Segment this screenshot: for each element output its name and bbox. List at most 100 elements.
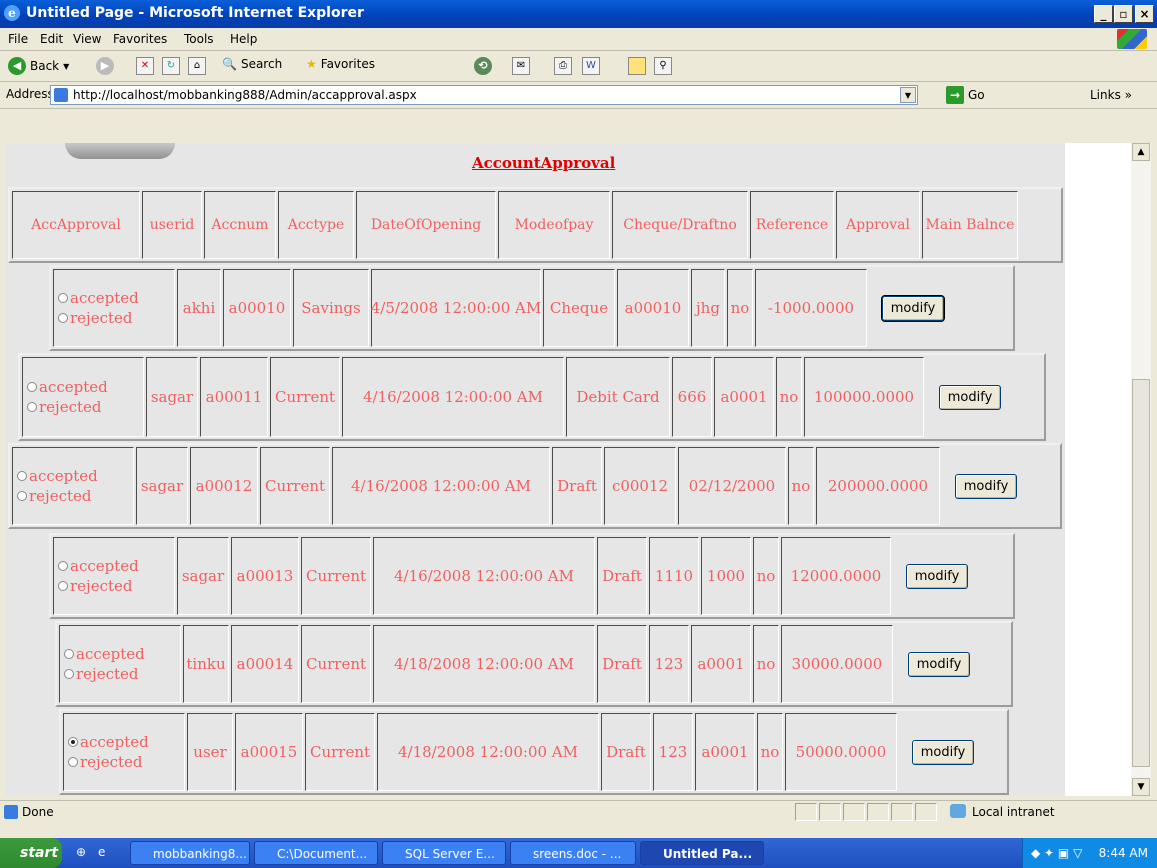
status-pane — [891, 803, 913, 821]
address-url[interactable]: http://localhost/mobbanking888/Admin/acc… — [73, 88, 417, 102]
cell-accnum: a00013 — [231, 537, 299, 615]
radio-icon[interactable] — [58, 581, 68, 591]
scroll-down-icon[interactable]: ▼ — [1132, 778, 1150, 796]
start-button[interactable]: start — [0, 838, 62, 868]
maximize-button[interactable]: ▫ — [1114, 5, 1133, 23]
task-sqlserver[interactable]: SQL Server E... — [382, 841, 506, 865]
go-button[interactable]: → Go — [946, 86, 985, 104]
rejected-radio[interactable]: rejected — [64, 664, 138, 684]
radio-icon[interactable] — [64, 649, 74, 659]
radio-icon[interactable] — [27, 382, 37, 392]
menu-tools[interactable]: Tools — [184, 32, 214, 46]
radio-icon[interactable] — [17, 491, 27, 501]
action-cell: modify — [899, 713, 987, 791]
mail-button[interactable]: ✉ — [512, 57, 530, 75]
menu-edit[interactable]: Edit — [40, 32, 63, 46]
accepted-radio[interactable]: accepted — [58, 288, 139, 308]
modify-button[interactable]: modify — [911, 739, 975, 765]
menu-favorites[interactable]: Favorites — [113, 32, 167, 46]
print-button[interactable]: ⎙ — [554, 57, 572, 75]
minimize-button[interactable]: _ — [1094, 5, 1113, 23]
vertical-scrollbar[interactable]: ▲ ▼ — [1131, 143, 1151, 796]
approval-radios: accepted rejected — [53, 537, 175, 615]
rejected-radio[interactable]: rejected — [27, 397, 101, 417]
radio-icon[interactable] — [68, 757, 78, 767]
rejected-radio[interactable]: rejected — [58, 308, 132, 328]
rejected-radio[interactable]: rejected — [58, 576, 132, 596]
menu-help[interactable]: Help — [230, 32, 257, 46]
task-mobbanking[interactable]: mobbanking8... — [130, 841, 250, 865]
stop-button[interactable]: ✕ — [136, 57, 154, 75]
accepted-radio[interactable]: accepted — [27, 377, 108, 397]
radio-icon[interactable] — [64, 669, 74, 679]
messenger-button[interactable]: ⚲ — [654, 57, 672, 75]
ie-logo-icon: e — [4, 5, 20, 21]
accepted-label: accepted — [80, 733, 149, 751]
modify-button[interactable]: modify — [954, 473, 1018, 499]
discuss-button[interactable] — [628, 57, 646, 75]
header-accapproval: AccApproval — [12, 191, 140, 259]
stop-icon: ✕ — [136, 57, 154, 75]
rejected-radio[interactable]: rejected — [68, 752, 142, 772]
cell-date: 4/16/2008 12:00:00 AM — [342, 357, 564, 437]
favorites-button[interactable]: ★ Favorites — [306, 57, 375, 71]
favorites-label: Favorites — [320, 57, 375, 71]
modify-button[interactable]: modify — [938, 384, 1002, 410]
cell-acctype: Current — [260, 447, 330, 525]
table-row: accepted rejected user a00015 Current 4/… — [59, 709, 1009, 795]
toolbar: ◀ Back ▼ ▶ ✕ ↻ ⌂ 🔍 Search ★ Favorites ⟲ … — [0, 51, 1157, 82]
print-icon: ⎙ — [554, 57, 572, 75]
quicklaunch-icon[interactable]: ⊕ — [76, 845, 86, 859]
modify-button[interactable]: modify — [905, 563, 969, 589]
modify-button[interactable]: modify — [907, 651, 971, 677]
forward-button[interactable]: ▶ — [96, 57, 114, 75]
radio-icon[interactable] — [58, 293, 68, 303]
radio-icon[interactable] — [27, 402, 37, 412]
radio-icon[interactable] — [58, 313, 68, 323]
accepted-radio[interactable]: accepted — [64, 644, 145, 664]
page-icon — [4, 805, 18, 819]
chevron-down-icon[interactable]: ▼ — [900, 87, 916, 103]
links-button[interactable]: Links » — [1090, 88, 1132, 102]
address-input[interactable]: http://localhost/mobbanking888/Admin/acc… — [50, 85, 918, 105]
scroll-thumb[interactable] — [1132, 379, 1150, 767]
radio-icon[interactable] — [58, 561, 68, 571]
accepted-radio[interactable]: accepted — [58, 556, 139, 576]
approval-radios: accepted rejected — [12, 447, 134, 525]
table-header-row: AccApproval userid Accnum Acctype DateOf… — [8, 187, 1063, 263]
menu-view[interactable]: View — [73, 32, 101, 46]
refresh-button[interactable]: ↻ — [162, 57, 180, 75]
page-title: AccountApproval — [472, 154, 616, 172]
ie-quicklaunch-icon[interactable]: e — [98, 845, 105, 859]
title-bar[interactable]: e Untitled Page - Microsoft Internet Exp… — [0, 0, 1157, 28]
cell-userid: tinku — [183, 625, 229, 703]
search-button[interactable]: 🔍 Search — [222, 57, 282, 71]
address-bar: Address http://localhost/mobbanking888/A… — [0, 82, 1157, 109]
tray-icons[interactable]: ◆ ✦ ▣ ▽ — [1031, 846, 1082, 860]
task-untitled-page[interactable]: Untitled Pa... — [640, 841, 764, 865]
close-button[interactable]: × — [1135, 5, 1154, 23]
rejected-label: rejected — [39, 398, 102, 416]
accepted-label: accepted — [39, 378, 108, 396]
back-button[interactable]: ◀ Back ▼ — [8, 57, 69, 75]
cell-balance: 12000.0000 — [781, 537, 891, 615]
accepted-radio[interactable]: accepted — [17, 466, 98, 486]
radio-icon[interactable] — [17, 471, 27, 481]
rejected-radio[interactable]: rejected — [17, 486, 91, 506]
task-sreens-doc[interactable]: sreens.doc - ... — [510, 841, 636, 865]
scroll-up-icon[interactable]: ▲ — [1132, 143, 1150, 161]
home-button[interactable]: ⌂ — [188, 57, 206, 75]
cell-acctype: Savings — [293, 269, 369, 347]
edit-button[interactable]: W — [582, 57, 600, 75]
task-documents[interactable]: C:\Document... — [254, 841, 378, 865]
phone-image — [65, 143, 175, 159]
action-cell: modify — [942, 447, 1030, 525]
menu-file[interactable]: File — [8, 32, 28, 46]
cell-reference: jhg — [691, 269, 725, 347]
modify-button[interactable]: modify — [880, 294, 946, 322]
radio-icon[interactable] — [68, 737, 78, 747]
cell-cheque: 666 — [672, 357, 712, 437]
history-button[interactable]: ⟲ — [474, 57, 492, 75]
cell-cheque: 123 — [653, 713, 693, 791]
accepted-radio[interactable]: accepted — [68, 732, 149, 752]
